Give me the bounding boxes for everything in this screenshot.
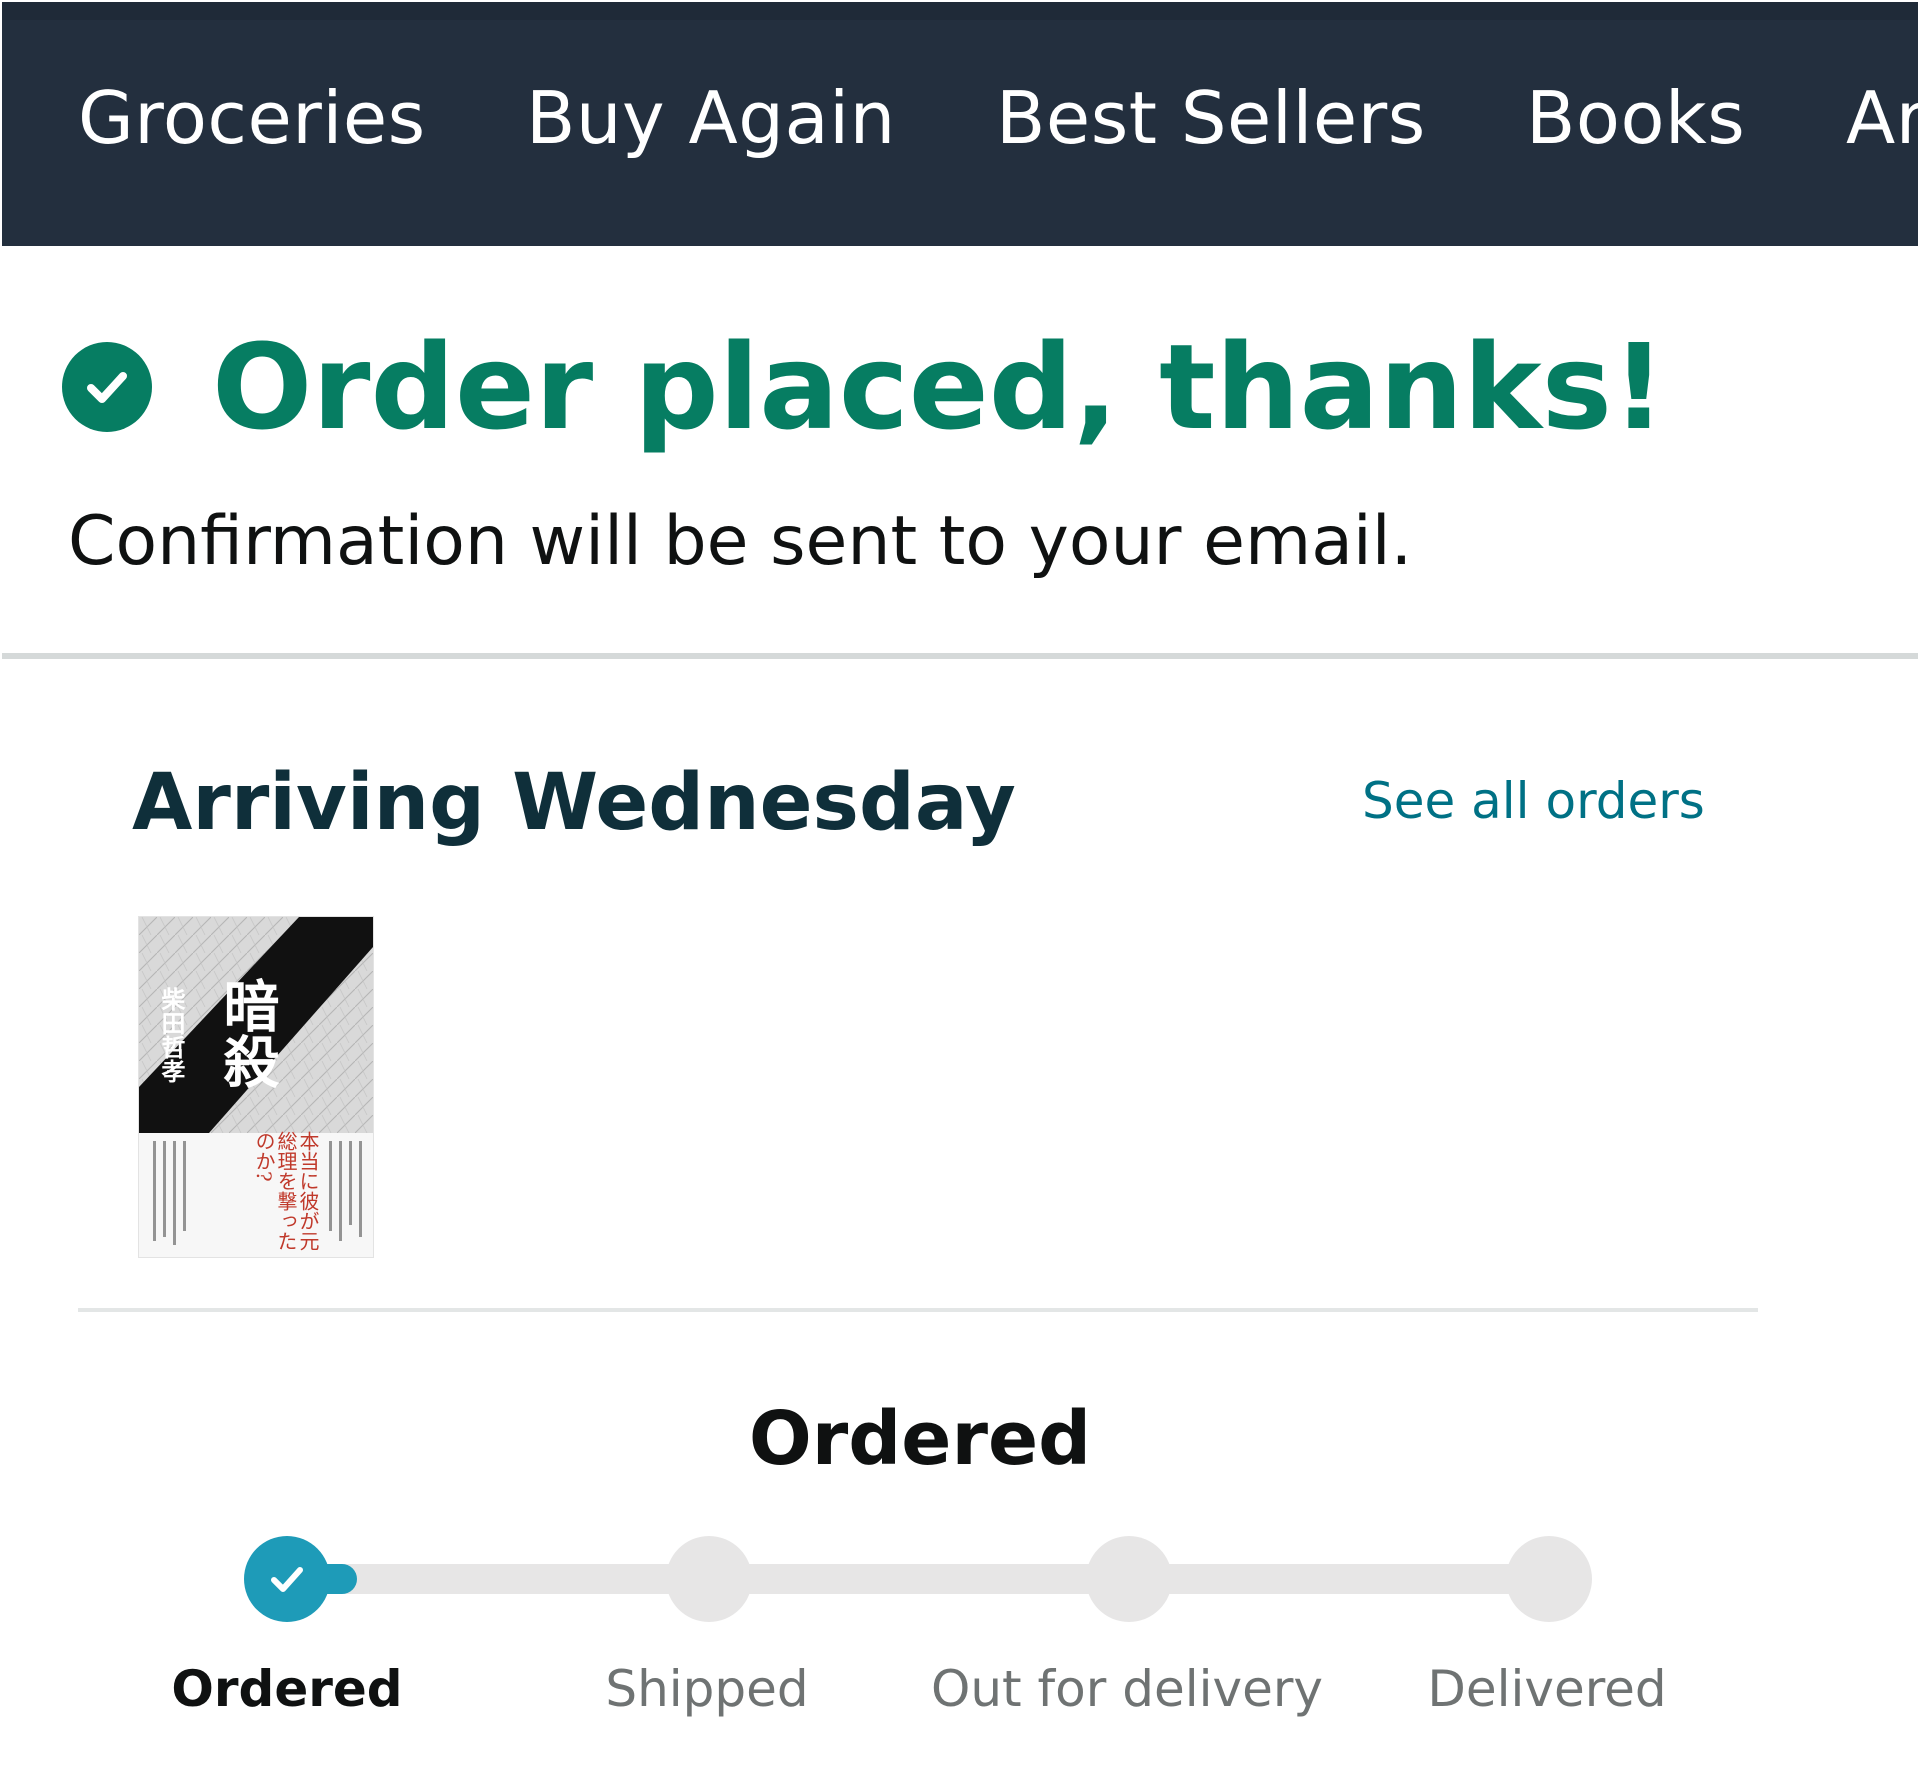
- step-label-out-for-delivery: Out for delivery: [931, 1660, 1323, 1718]
- item-divider: [78, 1308, 1758, 1312]
- step-ordered-marker: [244, 1536, 330, 1622]
- book-cover-author: 柴田哲孝: [157, 987, 186, 1083]
- step-shipped-marker: [666, 1536, 752, 1622]
- nav-item-partial[interactable]: Ar: [1846, 76, 1918, 160]
- section-divider: [2, 653, 1918, 659]
- step-label-ordered: Ordered: [171, 1660, 403, 1718]
- book-cover-blurb: 本当に彼が元総理を撃ったのか?: [252, 1131, 320, 1251]
- check-circle-icon: [62, 342, 152, 432]
- confirmation-message: Confirmation will be sent to your email.: [68, 502, 1413, 581]
- book-cover-title: 暗殺: [214, 977, 280, 1089]
- step-delivered-marker: [1506, 1536, 1592, 1622]
- step-label-shipped: Shipped: [605, 1660, 809, 1718]
- order-success-title: Order placed, thanks!: [212, 318, 1666, 456]
- arrival-heading: Arriving Wednesday: [132, 758, 1016, 848]
- product-thumbnail[interactable]: 暗殺 柴田哲孝 本当に彼が元総理を撃ったのか?: [138, 916, 374, 1258]
- nav-item-groceries[interactable]: Groceries: [78, 76, 426, 160]
- check-icon: [271, 1567, 303, 1592]
- step-label-delivered: Delivered: [1427, 1660, 1667, 1718]
- nav-item-books[interactable]: Books: [1526, 76, 1745, 160]
- order-success-banner: Order placed, thanks!: [62, 328, 1666, 446]
- current-status-heading: Ordered: [748, 1396, 1092, 1482]
- nav-item-best-sellers[interactable]: Best Sellers: [996, 76, 1426, 160]
- see-all-orders-link[interactable]: See all orders: [1362, 772, 1705, 830]
- top-nav-bar: Groceries Buy Again Best Sellers Books A…: [2, 2, 1918, 246]
- progress-track: [285, 1564, 1550, 1594]
- nav-item-buy-again[interactable]: Buy Again: [526, 76, 896, 160]
- step-out-for-delivery-marker: [1086, 1536, 1172, 1622]
